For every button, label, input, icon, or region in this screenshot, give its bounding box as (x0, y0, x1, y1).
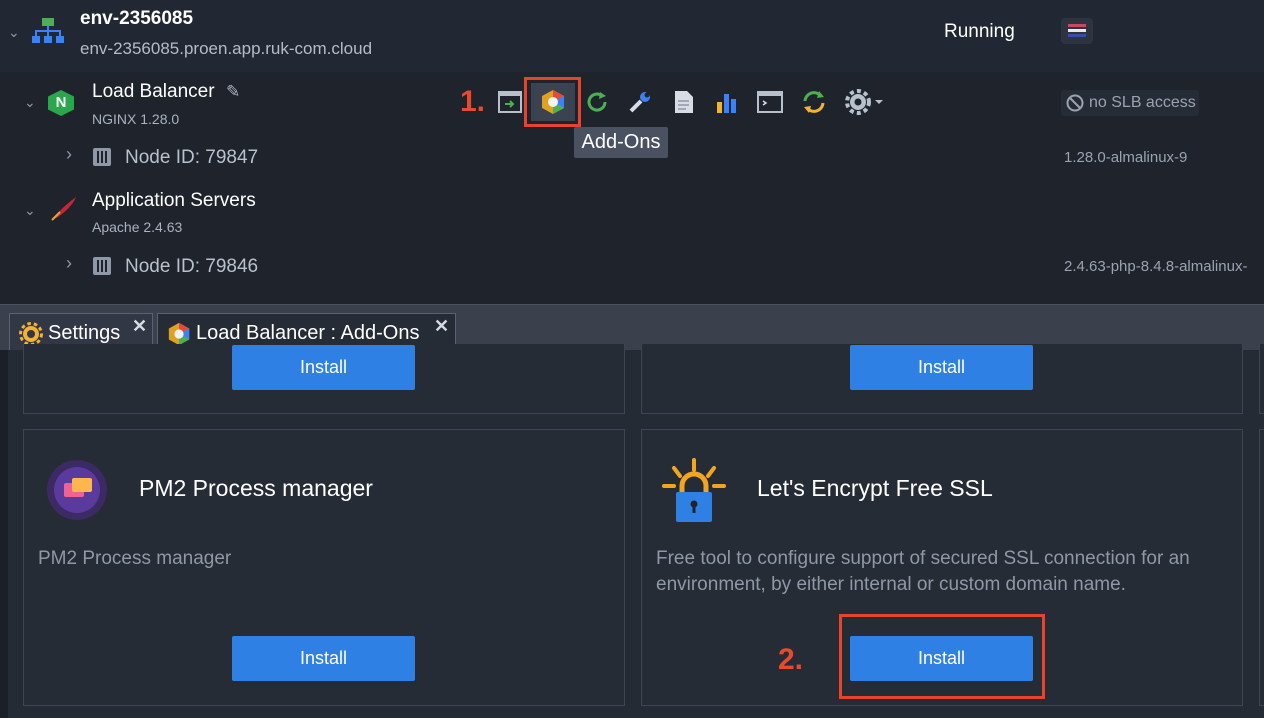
settings-gear-icon[interactable] (845, 89, 887, 115)
restart-icon[interactable] (584, 89, 610, 115)
install-button[interactable]: Install (232, 345, 415, 390)
environment-header[interactable]: ⌄ env-2356085 env-2356085.proen.app.ruk-… (0, 0, 1264, 72)
tab-label: Load Balancer : Add-Ons (196, 322, 420, 344)
addons-highlight (524, 77, 581, 127)
chevron-down-icon[interactable]: ⌄ (24, 94, 36, 111)
install-highlight (839, 614, 1045, 699)
statistics-icon[interactable] (714, 89, 740, 115)
install-button[interactable]: Install (232, 636, 415, 681)
layer-name-app-servers[interactable]: Application Servers (92, 190, 256, 212)
step-1-annotation: 1. (460, 85, 486, 118)
addon-description-line2: environment, by either internal or custo… (656, 574, 1126, 595)
tab-label: Settings (48, 322, 121, 344)
chevron-right-icon[interactable]: › (66, 144, 72, 165)
layer-name-load-balancer[interactable]: Load Balancer (92, 81, 215, 103)
nginx-icon: N (48, 90, 74, 116)
node-tag-app: 2.4.63-php-8.4.8-almalinux- (1064, 258, 1248, 275)
environment-status: Running (944, 21, 1015, 42)
chevron-right-icon[interactable]: › (66, 253, 72, 274)
close-icon[interactable]: ✕ (434, 316, 449, 337)
node-id-app[interactable]: Node ID: 79846 (125, 256, 258, 278)
node-id-lb[interactable]: Node ID: 79847 (125, 147, 258, 169)
apache-feather-icon (51, 197, 76, 221)
open-in-browser-icon[interactable] (497, 89, 523, 115)
web-ssh-icon[interactable] (757, 89, 783, 115)
addon-card-partial (1259, 429, 1264, 706)
addon-title: Let's Encrypt Free SSL (757, 475, 993, 501)
chevron-down-icon[interactable]: ⌄ (8, 24, 20, 41)
environment-domain[interactable]: env-2356085.proen.app.ruk-com.cloud (80, 39, 372, 59)
addon-card-partial (1259, 344, 1264, 414)
config-wrench-icon[interactable] (627, 89, 653, 115)
addons-icon (168, 322, 190, 346)
no-access-icon (1066, 94, 1084, 112)
slb-access-badge[interactable]: no SLB access (1061, 90, 1199, 116)
letsencrypt-lock-icon (662, 458, 726, 522)
node-icon (93, 257, 111, 275)
environment-panel: ⌄ env-2356085 env-2356085.proen.app.ruk-… (0, 0, 1264, 304)
environment-topology-icon (32, 18, 64, 43)
addon-description: PM2 Process manager (38, 548, 232, 569)
region-flag-icon[interactable] (1061, 18, 1093, 44)
install-button[interactable]: Install (850, 345, 1033, 390)
addons-tooltip: Add-Ons (574, 127, 668, 158)
layer-version: NGINX 1.28.0 (92, 111, 180, 127)
node-tag-lb: 1.28.0-almalinux-9 (1064, 149, 1188, 166)
slb-access-label: no SLB access (1089, 94, 1196, 111)
redeploy-icon[interactable] (801, 89, 827, 115)
addon-description-line1: Free tool to configure support of secure… (656, 548, 1190, 569)
pm2-icon (47, 460, 107, 520)
edit-pencil-icon[interactable]: ✎ (226, 82, 240, 102)
layer-version: Apache 2.4.63 (92, 219, 183, 235)
environment-name[interactable]: env-2356085 (80, 8, 193, 30)
step-2-annotation: 2. (778, 643, 804, 676)
addon-title: PM2 Process manager (139, 475, 373, 501)
log-file-icon[interactable] (671, 89, 697, 115)
settings-icon (19, 322, 43, 346)
chevron-down-icon[interactable]: ⌄ (24, 202, 36, 219)
node-icon (93, 148, 111, 166)
close-icon[interactable]: ✕ (132, 316, 147, 337)
